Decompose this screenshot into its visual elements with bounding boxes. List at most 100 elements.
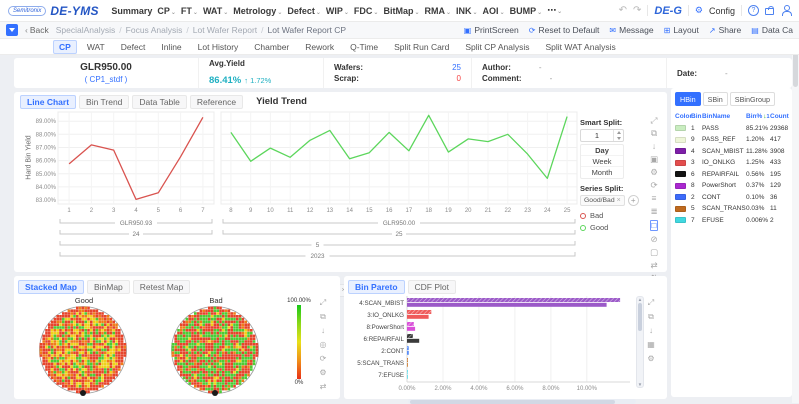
data-ca-button[interactable]: ▤Data Ca	[751, 25, 793, 35]
help-icon[interactable]: ?	[748, 5, 759, 16]
column-header-bin[interactable]: Bin%↓1	[746, 113, 770, 120]
nav-item-summary[interactable]: Summary	[111, 6, 152, 16]
subtab-split-wat-analysis[interactable]: Split WAT Analysis	[539, 40, 621, 54]
copy-icon[interactable]: ⧉	[320, 312, 326, 321]
message-button[interactable]: ✉Message	[609, 25, 653, 35]
settings-icon[interactable]: ⚙	[647, 354, 654, 363]
table-row[interactable]: 4SCAN_MBIST11.28%3908	[675, 146, 788, 158]
bin-tab-sbingroup[interactable]: SBinGroup	[730, 92, 775, 106]
pareto-tab-bin-pareto[interactable]: Bin Pareto	[348, 280, 405, 294]
smart-split-option-day[interactable]: Day	[581, 145, 623, 156]
printscreen-button[interactable]: ▣PrintScreen	[464, 25, 519, 35]
bin-tab-sbin[interactable]: SBin	[703, 92, 728, 106]
fullscreen-icon[interactable]: ⤢	[648, 298, 654, 307]
smart-split-option-month[interactable]: Month	[581, 167, 623, 178]
trend-tab-data-table[interactable]: Data Table	[132, 95, 186, 109]
back-button[interactable]: ‹Back	[25, 25, 49, 35]
subtab-lot-history[interactable]: Lot History	[192, 40, 245, 54]
download-icon[interactable]: ↓	[321, 326, 325, 335]
breadcrumb-item[interactable]: Lot Wafer Report	[193, 25, 257, 35]
nav-item-cp[interactable]: CP⌄	[157, 6, 176, 16]
pareto-tab-cdf-plot[interactable]: CDF Plot	[408, 280, 456, 294]
user-icon[interactable]	[780, 5, 791, 16]
map-tab-retest-map[interactable]: Retest Map	[133, 280, 190, 294]
column-header-bin[interactable]: Bin	[691, 113, 702, 120]
swap-horizontal-icon[interactable]: ⇄	[320, 382, 327, 391]
stepper-down-icon[interactable]	[614, 136, 623, 142]
download-icon[interactable]: ↓	[652, 142, 656, 151]
table-row[interactable]: 2CONT0.10%36	[675, 192, 788, 204]
breadcrumb-item[interactable]: SpecialAnalysis	[56, 25, 116, 35]
smart-split-option-week[interactable]: Week	[581, 156, 623, 167]
nav-item-ink[interactable]: INK⌄	[456, 6, 478, 16]
copy-icon[interactable]: ⧉	[651, 129, 657, 138]
fullscreen-icon[interactable]: ⤢	[651, 116, 658, 125]
subtab-inline[interactable]: Inline	[155, 40, 187, 54]
map-tab-binmap[interactable]: BinMap	[87, 280, 130, 294]
config-button[interactable]: Config	[709, 6, 735, 16]
layout-button[interactable]: ⊞Layout	[664, 25, 699, 35]
lot-sub-link[interactable]: ( CP1_stdf )	[85, 75, 128, 84]
scroll-down-icon[interactable]: ▼	[638, 382, 642, 387]
fullscreen-icon[interactable]: ⤢	[320, 298, 326, 307]
reset-to-default-button[interactable]: ⟳Reset to Default	[529, 25, 600, 35]
settings-icon[interactable]: ⚙	[319, 368, 326, 377]
nav-item-ft[interactable]: FT⌄	[181, 6, 198, 16]
table-row[interactable]: 8PowerShort0.37%129	[675, 180, 788, 192]
subtab-chamber[interactable]: Chamber	[248, 40, 295, 54]
scroll-thumb[interactable]	[638, 303, 642, 331]
vertical-scrollbar[interactable]: ▲▼	[636, 296, 644, 388]
bin-tab-hbin[interactable]: HBin	[675, 92, 701, 106]
filter-funnel-icon[interactable]	[6, 24, 18, 36]
nav-item-fdc[interactable]: FDC⌄	[354, 6, 379, 16]
subtab-defect[interactable]: Defect	[115, 40, 152, 54]
add-split-button[interactable]	[628, 195, 639, 206]
remove-tag-icon[interactable]	[617, 197, 621, 204]
refresh-icon[interactable]: ⟳	[320, 354, 327, 363]
de-g-logo[interactable]: DE-G	[654, 5, 682, 17]
table-row[interactable]: 9PASS_REF1.20%417	[675, 134, 788, 146]
list-icon[interactable]: ≡	[652, 194, 657, 203]
subtab-wat[interactable]: WAT	[81, 40, 111, 54]
breadcrumb-item[interactable]: Lot Wafer Report CP	[268, 25, 347, 35]
nav-item-rma[interactable]: RMA⌄	[424, 6, 451, 16]
table-row[interactable]: 5SCAN_TRANS0.03%11	[675, 203, 788, 215]
subtab-split-run-card[interactable]: Split Run Card	[388, 40, 455, 54]
target-icon[interactable]: ◎	[320, 340, 327, 349]
nav-item-wip[interactable]: WIP⌄	[326, 6, 349, 16]
subtab-rework[interactable]: Rework	[299, 40, 340, 54]
nav-item-wat[interactable]: WAT⌄	[203, 6, 228, 16]
breadcrumb-item[interactable]: Focus Analysis	[126, 25, 183, 35]
table-row[interactable]: 6REPAIRFAIL0.56%195	[675, 169, 788, 181]
yield-trend-chart[interactable]: 83.00%84.00%85.00%86.00%87.00%88.00%89.0…	[28, 108, 580, 283]
swap-horizontal-icon[interactable]: ⇄	[650, 261, 657, 270]
page-scrollbar[interactable]	[792, 0, 799, 403]
disable-icon[interactable]: ⊘	[650, 235, 657, 244]
redo-icon[interactable]: ↷	[633, 6, 641, 16]
store-icon[interactable]	[765, 8, 774, 15]
column-header-binname[interactable]: BinName	[702, 113, 746, 120]
column-header-color[interactable]: Color	[675, 113, 691, 120]
nav-item-defect[interactable]: Defect⌄	[287, 6, 321, 16]
trend-tab-bin-trend[interactable]: Bin Trend	[79, 95, 129, 109]
legend-bad[interactable]: Bad	[580, 211, 646, 220]
dense-list-icon[interactable]: ≣	[650, 207, 657, 216]
bin-pareto-chart[interactable]: 0.00%2.00%4.00%6.00%8.00%10.00%4:SCAN_MB…	[348, 296, 636, 398]
select-box-icon[interactable]: □	[650, 220, 657, 231]
grid-icon[interactable]: ▦	[647, 340, 655, 349]
wafer-map-good[interactable]: Good	[18, 296, 150, 402]
nav-item-bitmap[interactable]: BitMap⌄	[383, 6, 419, 16]
gear-icon[interactable]: ⚙	[695, 5, 703, 16]
subtab-cp[interactable]: CP	[53, 40, 77, 54]
trend-tab-reference[interactable]: Reference	[190, 95, 243, 109]
refresh-icon[interactable]: ⟳	[650, 181, 657, 190]
frame-icon[interactable]: ▢	[650, 248, 658, 257]
table-row[interactable]: 1PASS85.21%29368	[675, 123, 788, 135]
series-split-tag[interactable]: Good/Bad	[580, 195, 625, 206]
download-icon[interactable]: ↓	[649, 326, 653, 335]
horizontal-scrollbar[interactable]	[408, 399, 636, 404]
subtab-q-time[interactable]: Q-Time	[344, 40, 384, 54]
nav-item-more[interactable]: ⋯⌄	[547, 5, 562, 16]
settings-icon[interactable]: ⚙	[650, 168, 658, 177]
table-row[interactable]: 3IO_ONLKG1.25%433	[675, 157, 788, 169]
